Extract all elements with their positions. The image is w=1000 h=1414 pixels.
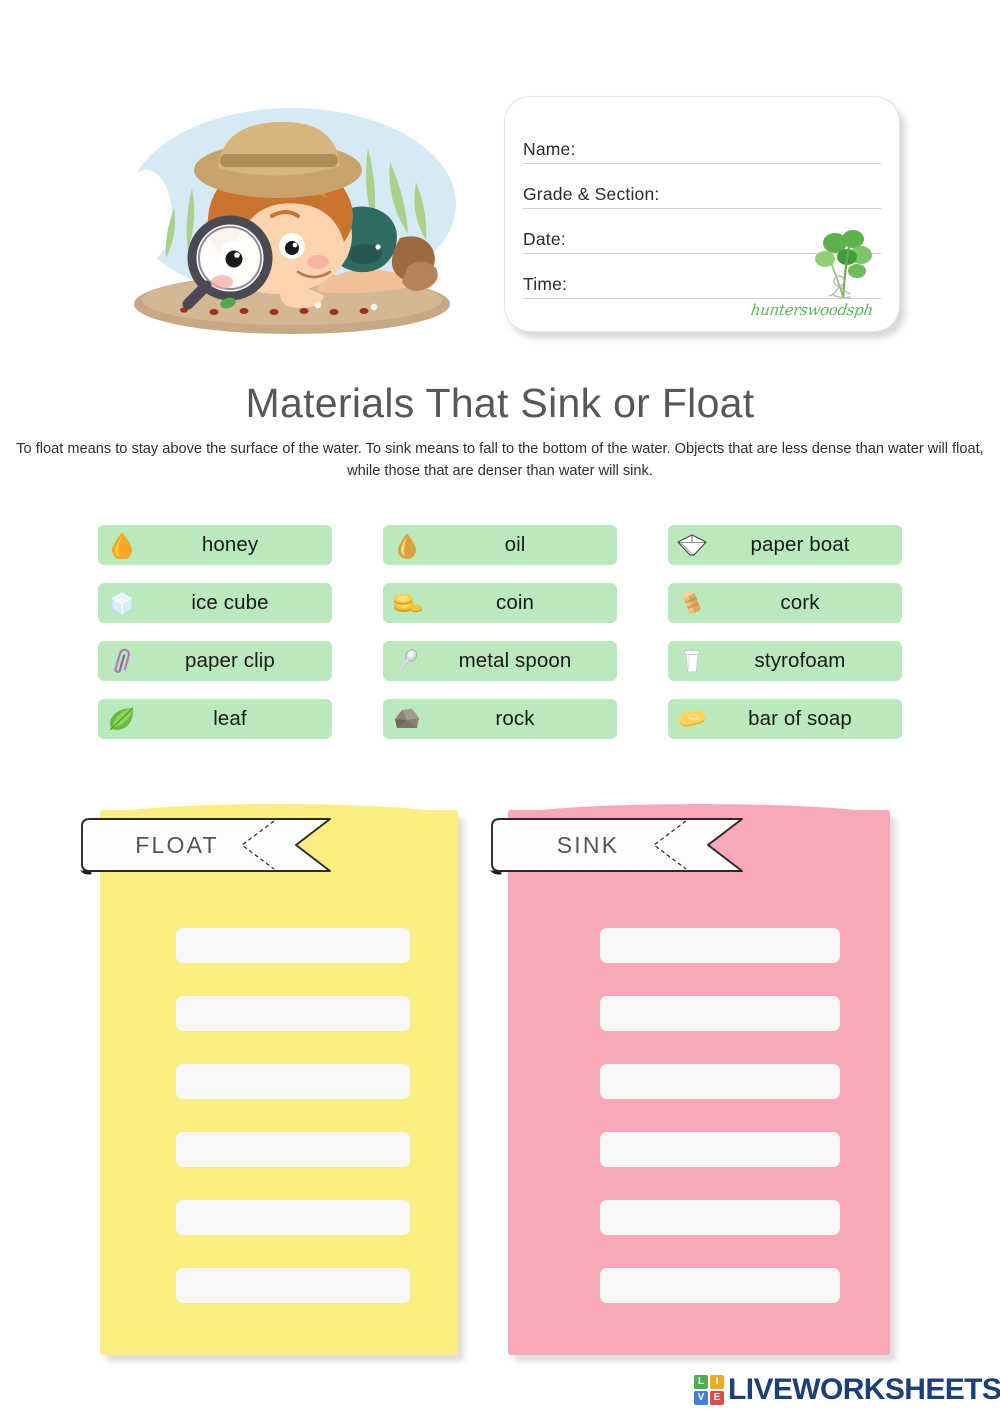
boy-with-magnifying-glass-illustration bbox=[122, 96, 462, 334]
coin-stack-icon bbox=[392, 588, 422, 618]
grade-section-field-label: Grade & Section: bbox=[523, 184, 660, 204]
word-chip-honey[interactable]: honey bbox=[98, 525, 332, 565]
sink-answer-slot[interactable] bbox=[600, 1200, 840, 1235]
float-answer-slot[interactable] bbox=[176, 1132, 410, 1167]
word-chip-label: honey bbox=[201, 533, 259, 556]
word-chip-label: metal spoon bbox=[458, 649, 572, 672]
word-bank: honey oil paper boat ice cube coin cork … bbox=[98, 525, 902, 739]
leaf-icon bbox=[107, 704, 137, 734]
word-chip-metal-spoon[interactable]: metal spoon bbox=[383, 641, 617, 681]
float-drop-card[interactable] bbox=[100, 804, 458, 1355]
logo-tile-v: V bbox=[694, 1391, 708, 1405]
word-chip-styrofoam[interactable]: styrofoam bbox=[668, 641, 902, 681]
metal-spoon-icon bbox=[392, 646, 422, 676]
word-chip-label: paper boat bbox=[750, 533, 850, 556]
logo-tile-l: L bbox=[694, 1375, 708, 1389]
word-chip-paper-clip[interactable]: paper clip bbox=[98, 641, 332, 681]
word-chip-ice-cube[interactable]: ice cube bbox=[98, 583, 332, 623]
date-field-row[interactable]: Date: bbox=[523, 209, 881, 254]
word-chip-oil[interactable]: oil bbox=[383, 525, 617, 565]
float-answer-slot[interactable] bbox=[176, 996, 410, 1031]
worksheet-header: Name: Grade & Section: Date: Time: hunte… bbox=[0, 0, 1000, 350]
logo-wordmark: LIVEWORKSHEETS bbox=[728, 1373, 1000, 1406]
sink-answer-slot[interactable] bbox=[600, 1064, 840, 1099]
date-field-label: Date: bbox=[523, 229, 566, 249]
float-answer-slot[interactable] bbox=[176, 1200, 410, 1235]
word-chip-coin[interactable]: coin bbox=[383, 583, 617, 623]
cork-icon bbox=[677, 588, 707, 618]
student-info-card: Name: Grade & Section: Date: Time: hunte… bbox=[504, 96, 900, 332]
sink-answer-slot[interactable] bbox=[600, 996, 840, 1031]
word-chip-leaf[interactable]: leaf bbox=[98, 699, 332, 739]
liveworksheets-logo[interactable]: L I V E LIVEWORKSHEETS bbox=[694, 1372, 1000, 1408]
word-chip-cork[interactable]: cork bbox=[668, 583, 902, 623]
author-signature: hunterswoodsph bbox=[749, 301, 875, 319]
paper-boat-icon bbox=[677, 530, 707, 560]
word-chip-label: rock bbox=[495, 707, 535, 730]
float-answer-slot[interactable] bbox=[176, 928, 410, 963]
word-chip-label: paper clip bbox=[185, 649, 275, 672]
word-chip-bar-of-soap[interactable]: bar of soap bbox=[668, 699, 902, 739]
name-field-label: Name: bbox=[523, 139, 576, 159]
sink-drop-card[interactable] bbox=[508, 804, 890, 1355]
paper-clip-icon bbox=[107, 646, 137, 676]
float-answer-slot[interactable] bbox=[176, 1064, 410, 1099]
time-field-row[interactable]: Time: bbox=[523, 254, 881, 299]
name-field-row[interactable]: Name: bbox=[523, 119, 881, 164]
worksheet-page: Name: Grade & Section: Date: Time: hunte… bbox=[0, 0, 1000, 1414]
sink-slot-list bbox=[600, 928, 840, 1303]
page-title: Materials That Sink or Float bbox=[245, 380, 755, 426]
time-field-label: Time: bbox=[523, 274, 568, 294]
logo-tile-i: I bbox=[710, 1375, 724, 1389]
grade-section-field-row[interactable]: Grade & Section: bbox=[523, 164, 881, 209]
sink-answer-slot[interactable] bbox=[600, 1268, 840, 1303]
word-chip-paper-boat[interactable]: paper boat bbox=[668, 525, 902, 565]
sink-banner: SINK bbox=[488, 816, 744, 875]
word-chip-label: bar of soap bbox=[748, 707, 852, 730]
page-subtitle: To float means to stay above the surface… bbox=[16, 441, 984, 480]
word-chip-label: ice cube bbox=[191, 591, 269, 614]
float-banner: FLOAT bbox=[78, 816, 332, 875]
oil-drop-icon bbox=[392, 530, 422, 560]
sink-answer-slot[interactable] bbox=[600, 928, 840, 963]
sorting-area bbox=[0, 800, 1000, 1360]
sink-answer-slot[interactable] bbox=[600, 1132, 840, 1167]
sink-banner-label: SINK bbox=[556, 831, 620, 858]
word-chip-label: cork bbox=[780, 591, 820, 614]
word-chip-label: coin bbox=[495, 591, 534, 614]
float-banner-label: FLOAT bbox=[135, 831, 219, 858]
float-slot-list bbox=[176, 928, 410, 1303]
ice-cube-icon bbox=[107, 588, 137, 618]
styrofoam-cup-icon bbox=[677, 646, 707, 676]
word-chip-label: styrofoam bbox=[754, 649, 846, 672]
soap-bar-icon bbox=[677, 704, 707, 734]
word-chip-label: leaf bbox=[213, 707, 247, 730]
rock-icon bbox=[392, 704, 422, 734]
logo-tile-e: E bbox=[710, 1391, 724, 1405]
float-answer-slot[interactable] bbox=[176, 1268, 410, 1303]
word-chip-label: oil bbox=[504, 533, 526, 556]
word-chip-rock[interactable]: rock bbox=[383, 699, 617, 739]
logo-tiles: L I V E bbox=[694, 1375, 724, 1405]
honey-drop-icon bbox=[107, 530, 137, 560]
